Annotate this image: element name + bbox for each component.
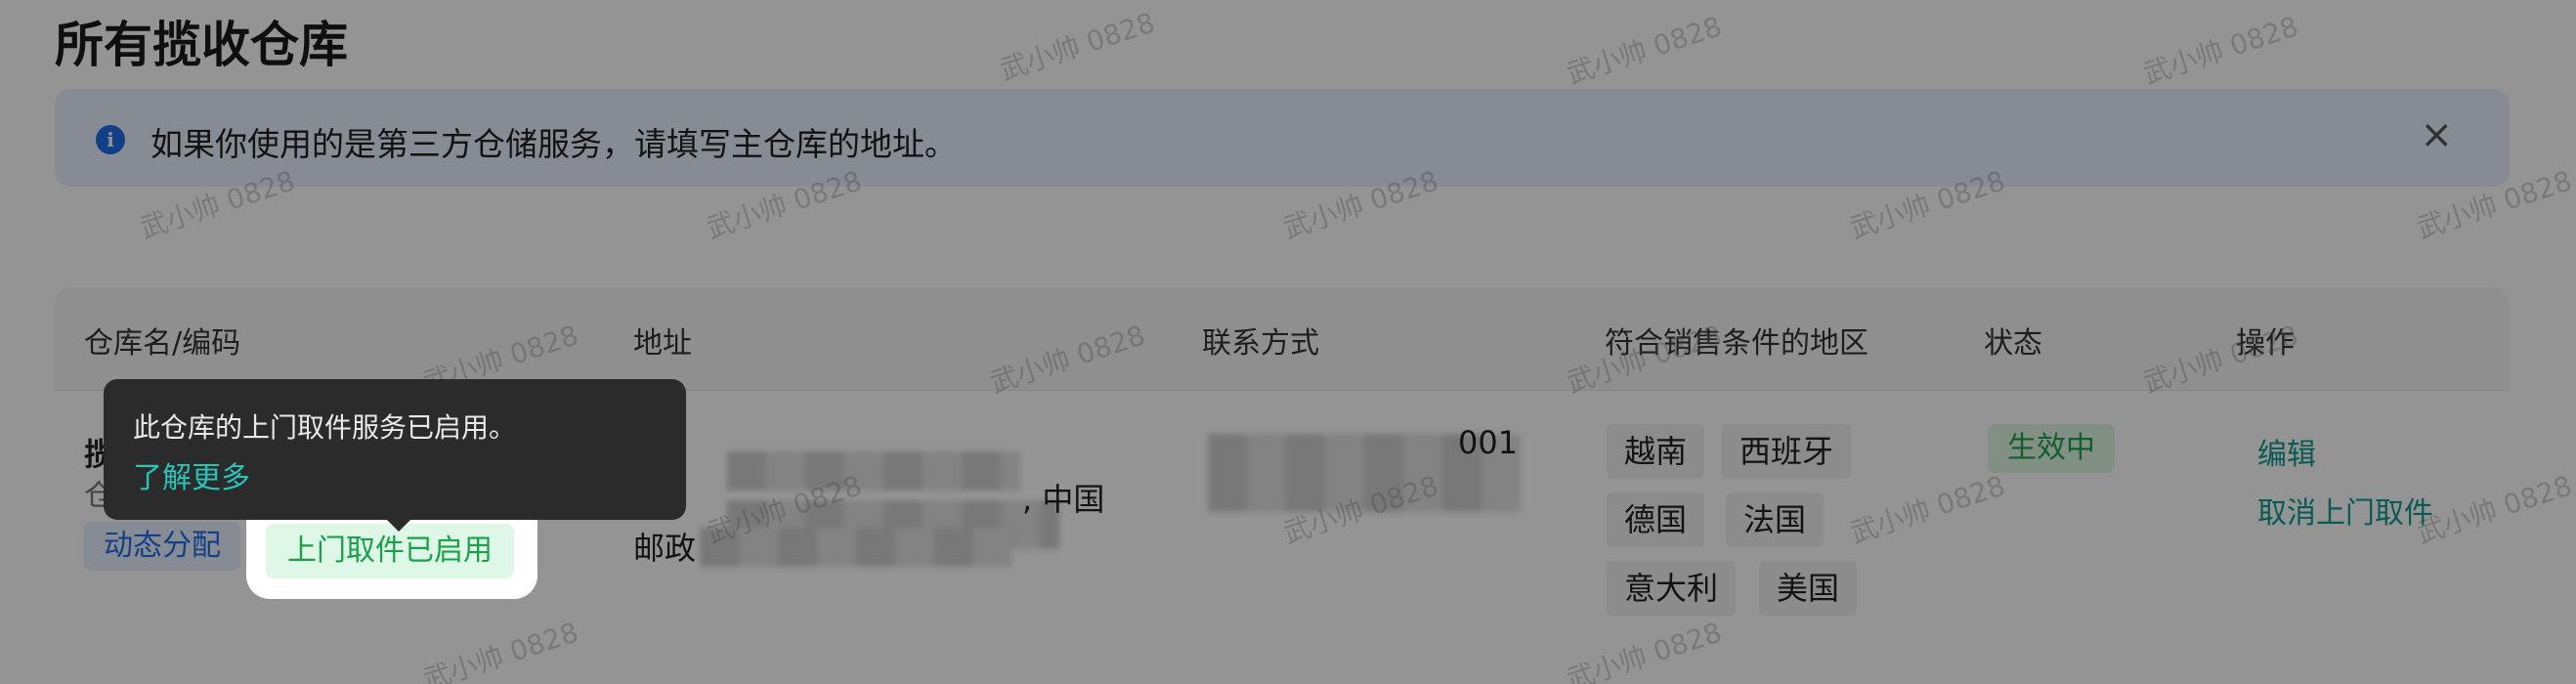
pickup-enabled-badge[interactable]: 上门取件已启用 (266, 524, 514, 578)
onboarding-tooltip: 此仓库的上门取件服务已启用。 了解更多 (104, 379, 686, 532)
tooltip-arrow (383, 516, 414, 532)
learn-more-link[interactable]: 了解更多 (133, 453, 250, 496)
tooltip-text: 此仓库的上门取件服务已启用。 (133, 411, 517, 444)
